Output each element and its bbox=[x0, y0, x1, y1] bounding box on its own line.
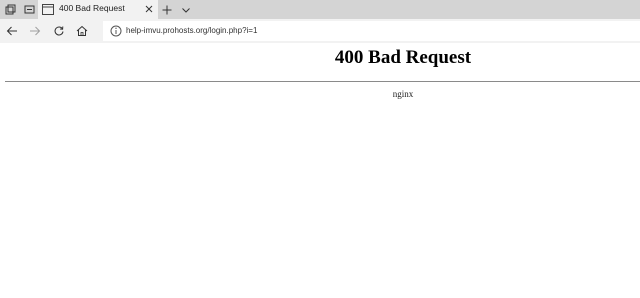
page-heading: 400 Bad Request bbox=[334, 47, 472, 68]
forward-button[interactable] bbox=[27, 23, 43, 39]
refresh-button[interactable] bbox=[51, 23, 67, 39]
info-icon[interactable] bbox=[110, 25, 122, 37]
back-arrow-icon bbox=[6, 26, 17, 36]
address-bar[interactable]: help-imvu.prohosts.org/login.php?i=1 bbox=[103, 21, 640, 41]
horizontal-rule bbox=[5, 81, 640, 82]
new-tab-button[interactable] bbox=[158, 1, 176, 18]
tab-preview-button[interactable] bbox=[20, 1, 38, 18]
back-button[interactable] bbox=[4, 23, 20, 39]
tab-set-aside-button[interactable] bbox=[1, 1, 19, 18]
home-button[interactable] bbox=[74, 23, 90, 39]
browser-window: 400 Bad Request help-imvu.prohosts.org/l… bbox=[0, 0, 640, 298]
close-icon bbox=[145, 5, 153, 13]
page-icon bbox=[42, 4, 54, 15]
page-content: 400 Bad Request nginx bbox=[0, 43, 640, 298]
refresh-icon bbox=[54, 26, 64, 36]
server-name: nginx bbox=[392, 89, 414, 99]
tab-preview-icon bbox=[24, 5, 34, 14]
chevron-down-icon bbox=[182, 7, 190, 13]
tab-set-aside-icon bbox=[5, 4, 15, 15]
tab-list-button[interactable] bbox=[177, 1, 195, 18]
new-tab-icon bbox=[162, 5, 172, 14]
tab-strip: 400 Bad Request bbox=[0, 0, 640, 19]
home-icon bbox=[76, 25, 88, 36]
tab-title: 400 Bad Request bbox=[59, 3, 125, 13]
tab-active[interactable]: 400 Bad Request bbox=[38, 0, 158, 19]
tab-close-button[interactable] bbox=[143, 3, 155, 15]
navigation-bar: help-imvu.prohosts.org/login.php?i=1 bbox=[0, 19, 640, 43]
url-text[interactable]: help-imvu.prohosts.org/login.php?i=1 bbox=[126, 26, 257, 35]
forward-arrow-icon bbox=[30, 26, 41, 36]
